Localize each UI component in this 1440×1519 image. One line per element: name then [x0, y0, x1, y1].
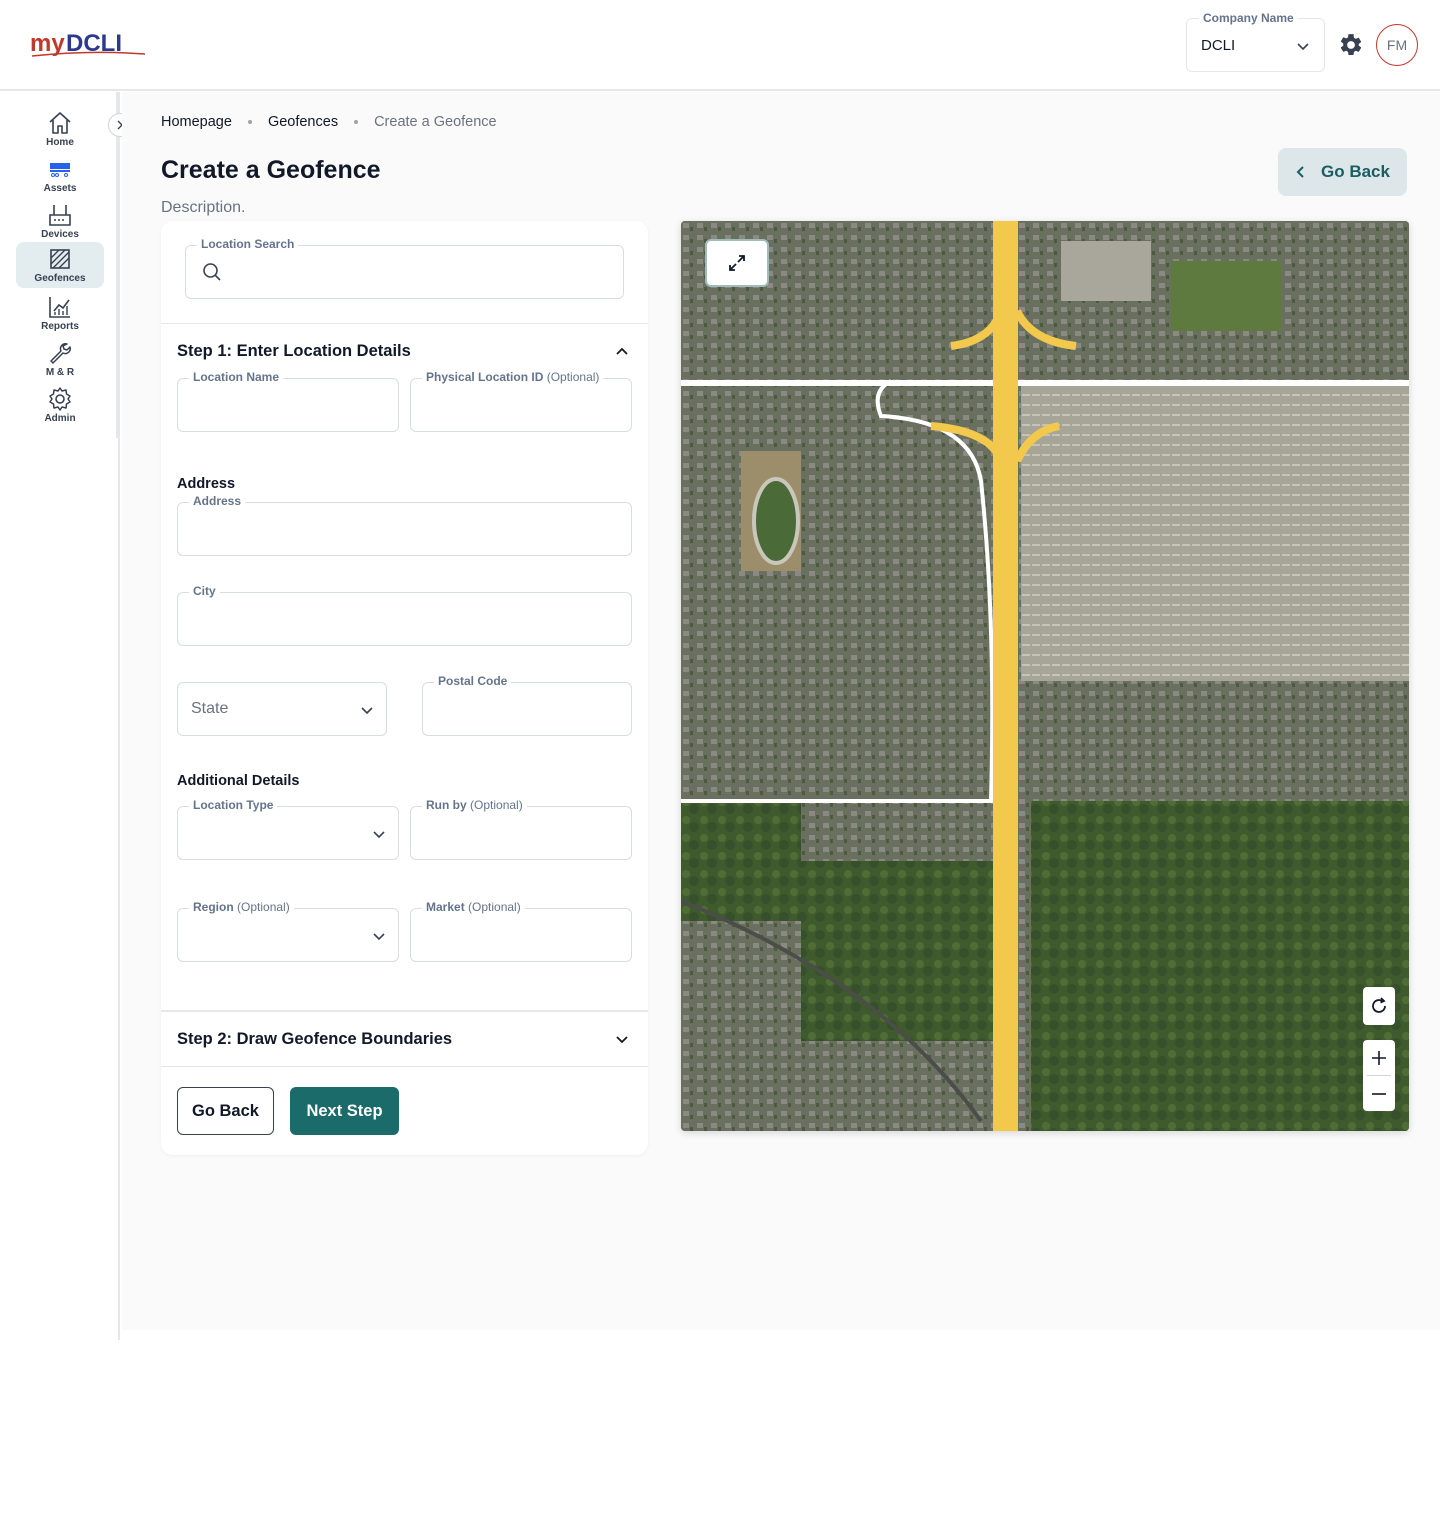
breadcrumb: Homepage Geofences Create a Geofence: [161, 114, 497, 130]
sidebar-item-label: M & R: [45, 367, 75, 378]
sidebar-item-label: Assets: [43, 183, 77, 194]
optional-tag: (Optional): [470, 798, 523, 812]
zoom-in-icon: [1372, 1050, 1386, 1065]
top-header: my DCLI Company Name DCLI FM: [0, 0, 1440, 91]
map-expand-button[interactable]: [705, 239, 769, 287]
sidebar-item-admin[interactable]: Admin: [16, 382, 104, 428]
city-field[interactable]: City: [177, 584, 632, 646]
breadcrumb-current: Create a Geofence: [374, 114, 497, 130]
refresh-icon: [1372, 997, 1386, 1013]
chassis-icon: [50, 163, 70, 177]
settings-gear-icon[interactable]: [1338, 32, 1364, 58]
sidebar-item-label: Admin: [44, 413, 76, 424]
map-zoom-control: [1363, 1040, 1395, 1111]
sidebar: Home Assets Devices Geofences Reports M …: [0, 92, 120, 1340]
region-label-text: Region: [193, 900, 234, 914]
step1-title: Step 1: Enter Location Details: [177, 342, 411, 360]
breadcrumb-geofences[interactable]: Geofences: [268, 114, 338, 130]
satellite-imagery: [681, 221, 1409, 1131]
sidebar-item-label: Geofences: [34, 273, 86, 284]
region-label: Region (Optional): [189, 900, 294, 914]
sidebar-item-assets[interactable]: Assets: [16, 152, 104, 198]
page-title: Create a Geofence: [161, 156, 381, 184]
expand-icon: [729, 255, 745, 271]
company-select-label: Company Name: [1199, 11, 1298, 25]
run-by-label: Run by (Optional): [422, 798, 527, 812]
zoom-out-button[interactable]: [1363, 1076, 1395, 1111]
state-placeholder: State: [191, 700, 229, 717]
company-select[interactable]: Company Name DCLI: [1186, 11, 1325, 72]
postal-code-label: Postal Code: [434, 674, 512, 688]
market-label-text: Market: [426, 900, 465, 914]
chevron-down-icon: [373, 831, 385, 839]
chevron-down-icon: [373, 933, 385, 941]
sidebar-item-m-and-r[interactable]: M & R: [16, 336, 104, 382]
divider: [161, 1010, 648, 1012]
address-field[interactable]: Address: [177, 494, 632, 556]
market-label: Market (Optional): [422, 900, 525, 914]
chart-icon: [49, 297, 70, 318]
breadcrumb-separator: [247, 120, 252, 124]
location-search-label: Location Search: [197, 237, 299, 251]
sidebar-item-devices[interactable]: Devices: [16, 198, 104, 244]
divider: [161, 1066, 648, 1067]
chevron-down-icon[interactable]: [613, 1030, 631, 1048]
additional-details-title: Additional Details: [177, 773, 300, 789]
sidebar-item-label: Home: [46, 137, 74, 148]
user-avatar[interactable]: FM: [1376, 24, 1418, 66]
physical-location-id-label-text: Physical Location ID: [426, 370, 544, 384]
home-icon: [49, 112, 71, 134]
location-name-field[interactable]: Location Name: [177, 370, 399, 432]
address-label: Address: [189, 494, 246, 508]
satellite-map[interactable]: [681, 221, 1409, 1131]
market-field[interactable]: Market (Optional): [410, 900, 632, 962]
zoom-in-button[interactable]: [1363, 1040, 1395, 1075]
sidebar-item-reports[interactable]: Reports: [16, 290, 104, 336]
go-back-label: Go Back: [1321, 162, 1390, 181]
location-type-label: Location Type: [189, 798, 278, 812]
mydcli-logo[interactable]: my DCLI: [30, 28, 150, 62]
map-refresh-button[interactable]: [1363, 987, 1395, 1025]
physical-location-id-label: Physical Location ID (Optional): [422, 370, 604, 384]
optional-tag: (Optional): [237, 900, 290, 914]
step2-title: Step 2: Draw Geofence Boundaries: [177, 1030, 453, 1048]
location-name-label: Location Name: [189, 370, 284, 384]
chevron-down-icon: [1297, 43, 1309, 51]
breadcrumb-homepage[interactable]: Homepage: [161, 114, 232, 130]
breadcrumb-separator: [354, 120, 359, 124]
run-by-label-text: Run by: [426, 798, 467, 812]
optional-tag: (Optional): [546, 370, 600, 384]
sidebar-divider: [116, 92, 118, 438]
optional-tag: (Optional): [468, 900, 521, 914]
location-search-input[interactable]: Location Search: [185, 237, 624, 299]
sidebar-item-geofences[interactable]: Geofences: [16, 242, 104, 288]
location-type-select[interactable]: Location Type: [177, 798, 399, 860]
company-select-value: DCLI: [1201, 37, 1236, 54]
postal-code-field[interactable]: Postal Code: [422, 674, 632, 736]
run-by-field[interactable]: Run by (Optional): [410, 798, 632, 860]
chevron-down-icon: [361, 707, 373, 715]
region-select[interactable]: Region (Optional): [177, 900, 399, 962]
chevron-left-icon: [1296, 166, 1304, 178]
geofence-icon: [50, 249, 70, 269]
router-icon: [49, 205, 71, 226]
divider: [161, 323, 648, 324]
wrench-icon: [50, 343, 71, 364]
chevron-up-icon[interactable]: [613, 342, 631, 360]
sidebar-item-label: Devices: [41, 229, 79, 240]
sidebar-item-home[interactable]: Home: [16, 106, 104, 152]
zoom-out-icon: [1372, 1092, 1386, 1095]
physical-location-id-field[interactable]: Physical Location ID (Optional): [410, 370, 632, 432]
city-label: City: [189, 584, 220, 598]
page-description: Description.: [161, 199, 246, 216]
address-section-title: Address: [177, 476, 236, 492]
geofence-form-card: Location Search Step 1: Enter Location D…: [161, 221, 648, 1155]
gear-icon: [49, 387, 71, 411]
sidebar-item-label: Reports: [41, 321, 79, 332]
form-go-back-button[interactable]: Go Back: [177, 1087, 274, 1135]
search-icon: [203, 263, 221, 281]
go-back-button[interactable]: Go Back: [1278, 148, 1407, 196]
next-step-button[interactable]: Next Step: [290, 1087, 399, 1135]
state-select[interactable]: State: [177, 682, 387, 736]
